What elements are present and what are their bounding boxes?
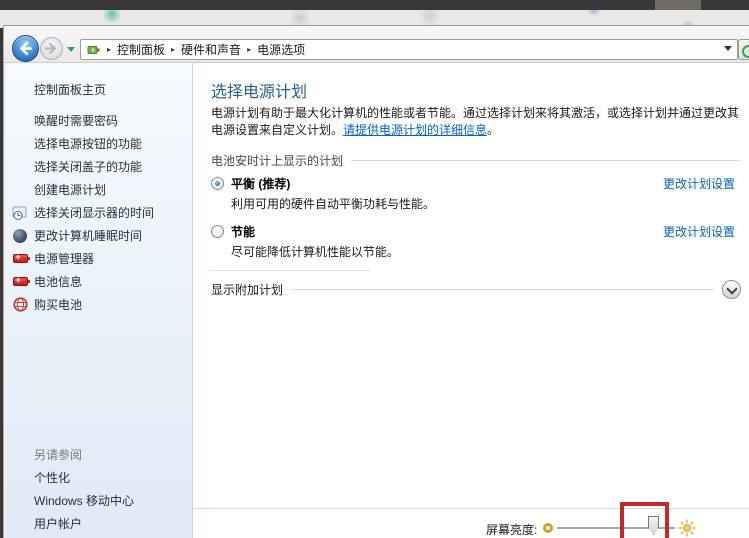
- plans-section-header: 电池安时计上显示的计划: [211, 153, 740, 167]
- power-manager-icon: [12, 251, 28, 267]
- refresh-button[interactable]: [738, 39, 749, 60]
- section-divider-line: [351, 160, 740, 161]
- breadcrumb-control-panel[interactable]: 控制面板: [117, 41, 165, 58]
- radio-balanced[interactable]: [211, 177, 224, 190]
- address-bar[interactable]: ▸ 控制面板 ▸ 硬件和声音 ▸ 电源选项: [80, 39, 738, 60]
- sleep-icon: [12, 228, 28, 244]
- back-arrow-icon: [13, 36, 38, 61]
- sidebar-item-wake-password[interactable]: 唤醒时需要密码: [12, 109, 190, 132]
- window-content: 控制面板主页 唤醒时需要密码 选择电源按钮的功能 选择关闭盖子的功能 创建电源计…: [4, 63, 749, 538]
- plan-desc-balanced: 利用可用的硬件自动平衡功耗与性能。: [231, 195, 435, 212]
- sidebar-item-label: 更改计算机睡眠时间: [34, 227, 142, 244]
- additional-divider-line: [291, 289, 714, 290]
- breadcrumb-separator-icon: ▸: [171, 45, 175, 54]
- radio-power-saver[interactable]: [211, 225, 224, 238]
- battery-info-icon: [12, 274, 28, 290]
- breadcrumb-power-options[interactable]: 电源选项: [257, 41, 305, 58]
- sidebar-item-power-manager[interactable]: 电源管理器: [12, 247, 190, 270]
- background-window-titlebar: [0, 0, 749, 10]
- forward-arrow-icon: [41, 38, 62, 59]
- intro-period: 。: [487, 123, 499, 137]
- page-title: 选择电源计划: [211, 78, 307, 102]
- sidebar-item-create-plan[interactable]: 创建电源计划: [12, 178, 190, 201]
- sidebar-item-sleep-time[interactable]: 更改计算机睡眠时间: [12, 224, 190, 247]
- plan-list-divider: [209, 270, 371, 271]
- breadcrumb-separator-icon: ▸: [247, 45, 251, 54]
- plan-row-power-saver: 节能 更改计划设置: [211, 223, 735, 239]
- plan-name-balanced[interactable]: 平衡 (推荐): [231, 175, 290, 192]
- main-pane: 选择电源计划 电源计划有助于最大化计算机的性能或者节能。通过选择计划来将其激活，…: [194, 63, 749, 538]
- sidebar-item-personalization[interactable]: 个性化: [34, 466, 134, 489]
- forward-button[interactable]: [40, 37, 63, 60]
- sidebar-item-user-accounts[interactable]: 用户帐户: [34, 512, 134, 535]
- screenshot-root: ▸ 控制面板 ▸ 硬件和声音 ▸ 电源选项 控制面板主页 唤醒时需要密码 选择电…: [0, 0, 749, 538]
- plan-details-link[interactable]: 请提供电源计划的详细信息: [343, 123, 487, 137]
- additional-plans-label: 显示附加计划: [211, 281, 283, 298]
- recent-pages-dropdown-icon[interactable]: [67, 47, 75, 52]
- sidebar: 控制面板主页 唤醒时需要密码 选择电源按钮的功能 选择关闭盖子的功能 创建电源计…: [4, 63, 193, 538]
- see-also-header: 另请参阅: [34, 443, 134, 466]
- brightness-sun-icon: [678, 519, 696, 537]
- plan-name-power-saver[interactable]: 节能: [231, 223, 255, 240]
- sidebar-item-battery-info[interactable]: 电池信息: [12, 270, 190, 293]
- address-dropdown-icon[interactable]: [724, 46, 732, 51]
- sidebar-item-label: 选择关闭显示器的时间: [34, 204, 154, 221]
- sidebar-item-label: 电池信息: [34, 273, 82, 290]
- navigation-toolbar: ▸ 控制面板 ▸ 硬件和声音 ▸ 电源选项: [4, 26, 749, 63]
- sidebar-see-also: 另请参阅 个性化 Windows 移动中心 用户帐户: [34, 443, 134, 535]
- sidebar-item-display-timeout[interactable]: 选择关闭显示器的时间: [12, 201, 190, 224]
- intro-paragraph: 电源计划有助于最大化计算机的性能或者节能。通过选择计划来将其激活，或选择计划并通…: [211, 105, 743, 139]
- sidebar-item-mobility-center[interactable]: Windows 移动中心: [34, 489, 134, 512]
- breadcrumb-hardware-sound[interactable]: 硬件和声音: [181, 41, 241, 58]
- sidebar-item-label: 电源管理器: [34, 250, 94, 267]
- expand-additional-plans-button[interactable]: [722, 280, 741, 299]
- plans-section-label: 电池安时计上显示的计划: [211, 152, 343, 169]
- annotation-rectangle: [620, 502, 669, 538]
- sidebar-item-lid-close[interactable]: 选择关闭盖子的功能: [12, 155, 190, 178]
- brightness-label: 屏幕亮度:: [486, 521, 537, 538]
- plan-row-balanced: 平衡 (推荐) 更改计划设置: [211, 175, 735, 191]
- plan-desc-power-saver: 尽可能降低计算机性能以节能。: [231, 243, 399, 260]
- additional-plans-row: 显示附加计划: [211, 280, 741, 299]
- breadcrumb-separator-icon: ▸: [107, 45, 111, 54]
- sidebar-item-control-panel-home[interactable]: 控制面板主页: [34, 81, 106, 98]
- buy-battery-icon: [12, 297, 28, 313]
- back-button[interactable]: [12, 35, 39, 62]
- power-options-window: ▸ 控制面板 ▸ 硬件和声音 ▸ 电源选项 控制面板主页 唤醒时需要密码 选择电…: [3, 25, 749, 538]
- sidebar-item-label: 购买电池: [34, 296, 82, 313]
- sidebar-task-list: 唤醒时需要密码 选择电源按钮的功能 选择关闭盖子的功能 创建电源计划: [12, 109, 190, 316]
- sidebar-item-power-buttons[interactable]: 选择电源按钮的功能: [12, 132, 190, 155]
- change-plan-settings-link-power-saver[interactable]: 更改计划设置: [663, 223, 735, 240]
- background-tab-fragment: [655, 0, 701, 10]
- display-timeout-icon: [12, 205, 28, 221]
- sidebar-item-buy-battery[interactable]: 购买电池: [12, 293, 190, 316]
- change-plan-settings-link-balanced[interactable]: 更改计划设置: [663, 175, 735, 192]
- brightness-dim-icon: [543, 523, 553, 533]
- power-options-icon: [87, 43, 101, 57]
